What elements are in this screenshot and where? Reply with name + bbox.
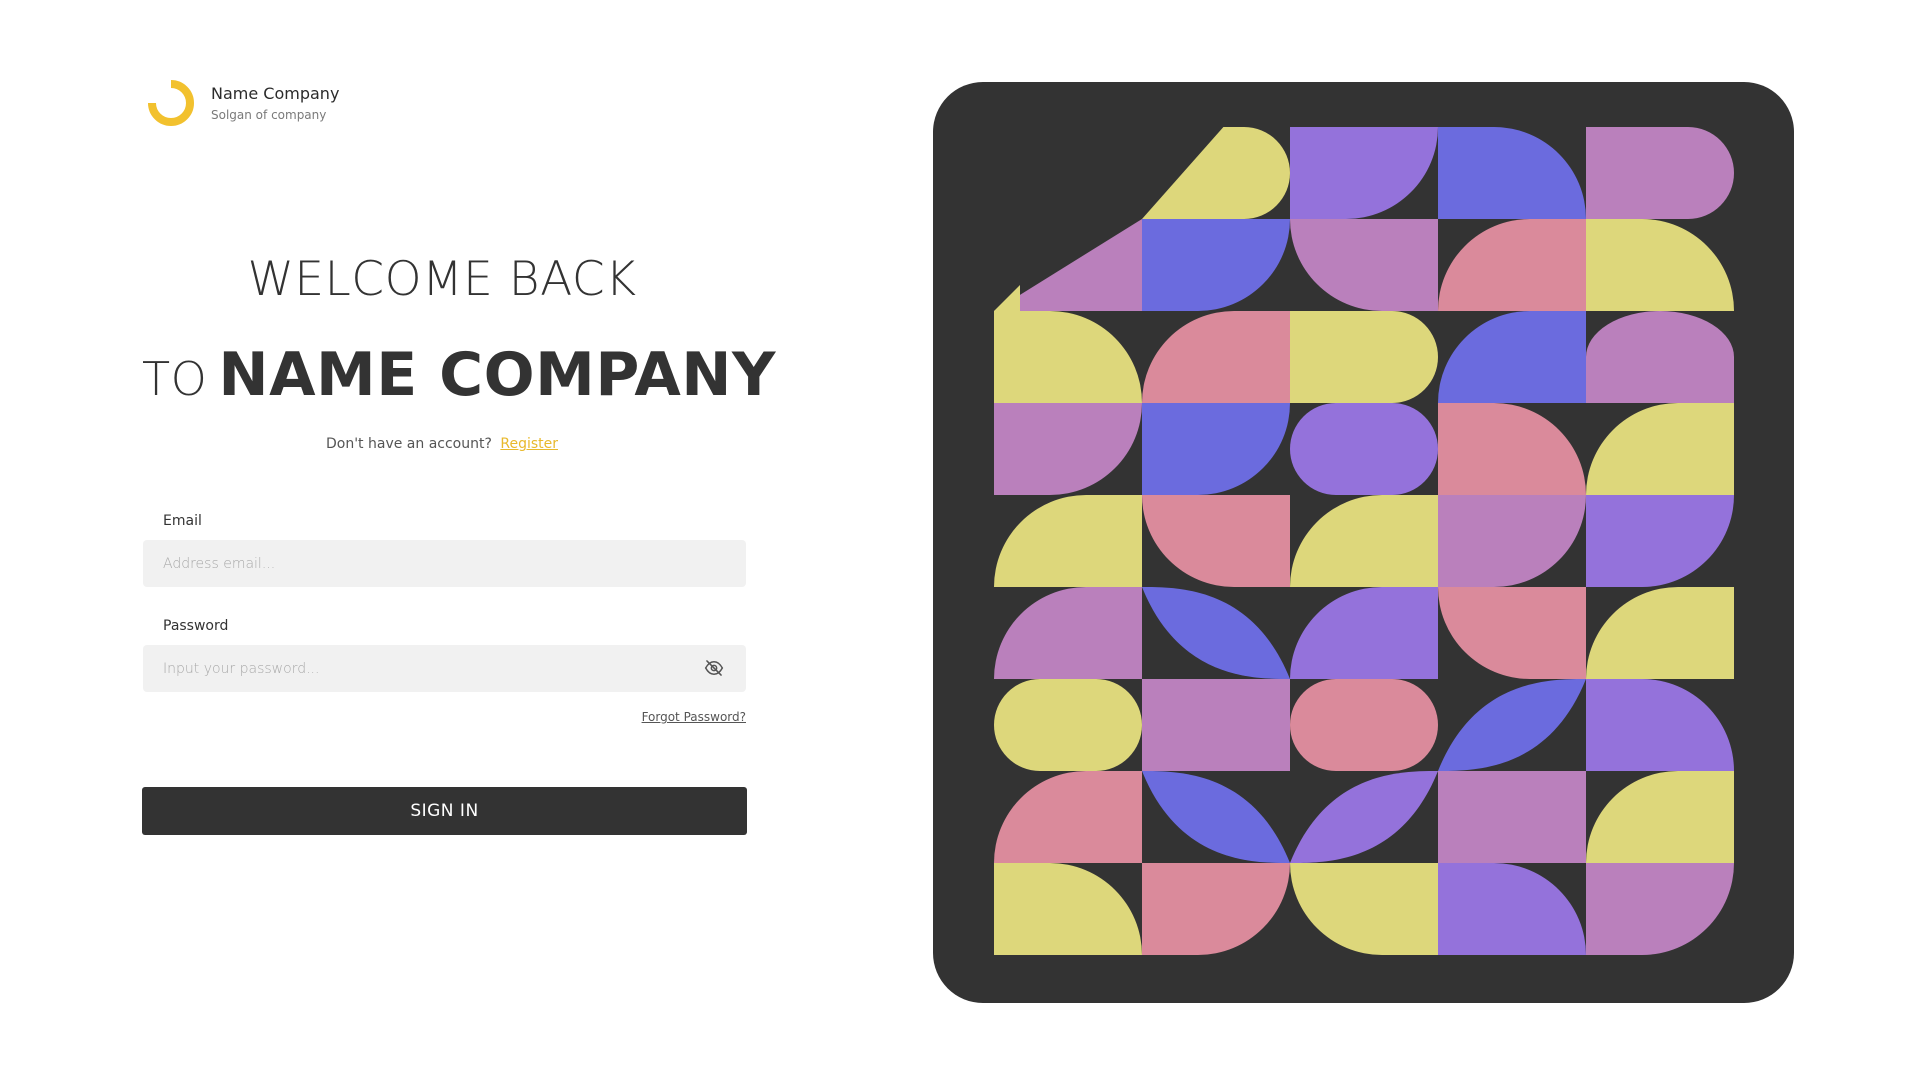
pattern-tile <box>1142 127 1290 219</box>
pattern-tile <box>994 495 1142 587</box>
login-page: Name Company Solgan of company WELCOME B… <box>0 0 1920 1080</box>
pattern-tile <box>1438 495 1586 587</box>
pattern-tile <box>994 587 1142 679</box>
pattern-tile <box>994 285 1020 311</box>
pattern-tile <box>1290 495 1438 587</box>
register-link[interactable]: Register <box>500 436 558 452</box>
pattern-tile <box>1142 495 1290 587</box>
pattern-tile <box>1142 587 1290 679</box>
pattern-tile <box>1142 863 1290 955</box>
pattern-tile <box>1438 679 1586 771</box>
eye-off-icon[interactable] <box>704 658 724 678</box>
pattern-tile <box>1290 311 1438 403</box>
welcome-heading: WELCOME BACK <box>247 252 637 307</box>
pattern-tile <box>1586 863 1734 955</box>
pattern-tile <box>1438 587 1586 679</box>
password-input[interactable] <box>143 645 746 692</box>
pattern-tile <box>994 679 1142 771</box>
brand-slogan: Solgan of company <box>211 107 327 122</box>
brand-text: Name Company Solgan of company <box>211 84 339 123</box>
email-label: Email <box>163 513 202 529</box>
pattern-tile <box>994 863 1142 955</box>
pattern-tile <box>1586 311 1734 403</box>
pattern-tile <box>1438 863 1586 955</box>
heading-company-name: NAME COMPANY <box>218 340 776 410</box>
forgot-password-link[interactable]: Forgot Password? <box>600 710 746 724</box>
art-panel <box>933 82 1794 1003</box>
heading-prefix: TO <box>142 352 208 406</box>
company-heading: TO NAME COMPANY <box>142 340 775 425</box>
pattern-tile <box>1438 219 1586 311</box>
pattern-tile <box>1586 403 1734 495</box>
pattern-tile <box>1438 311 1586 403</box>
brand: Name Company Solgan of company <box>148 80 339 126</box>
pattern-tile <box>1142 771 1290 863</box>
pattern-tile <box>1290 679 1438 771</box>
pattern-tile <box>1586 771 1734 863</box>
geometric-pattern-art <box>994 127 1734 955</box>
pattern-tile <box>1438 771 1586 863</box>
pattern-tile <box>1438 403 1586 495</box>
pattern-tile <box>1586 587 1734 679</box>
pattern-tile <box>994 403 1142 495</box>
pattern-tile <box>1586 495 1734 587</box>
pattern-tile <box>1290 863 1438 955</box>
pattern-tile <box>1290 127 1438 219</box>
register-prompt: Don't have an account? <box>325 436 492 452</box>
email-input[interactable] <box>143 540 746 587</box>
pattern-tile <box>1586 219 1734 311</box>
pattern-tile <box>1290 403 1438 495</box>
pattern-tile <box>1586 127 1734 219</box>
register-prompt-line: Don't have an account? Register <box>142 436 742 452</box>
pattern-tile <box>1290 771 1438 863</box>
pattern-tile <box>1142 403 1290 495</box>
pattern-tile <box>994 311 1142 403</box>
pattern-tile <box>1142 311 1290 403</box>
sign-in-button[interactable]: SIGN IN <box>142 787 747 835</box>
pattern-tile <box>1290 587 1438 679</box>
pattern-tile <box>1142 219 1290 311</box>
brand-name: Name Company <box>211 83 340 103</box>
pattern-tile <box>1142 679 1290 771</box>
ring-logo-icon <box>148 80 194 126</box>
password-label: Password <box>163 618 229 634</box>
pattern-tile <box>1438 127 1586 219</box>
pattern-tile <box>1586 679 1734 771</box>
pattern-tile <box>1290 219 1438 311</box>
pattern-tile <box>994 771 1142 863</box>
